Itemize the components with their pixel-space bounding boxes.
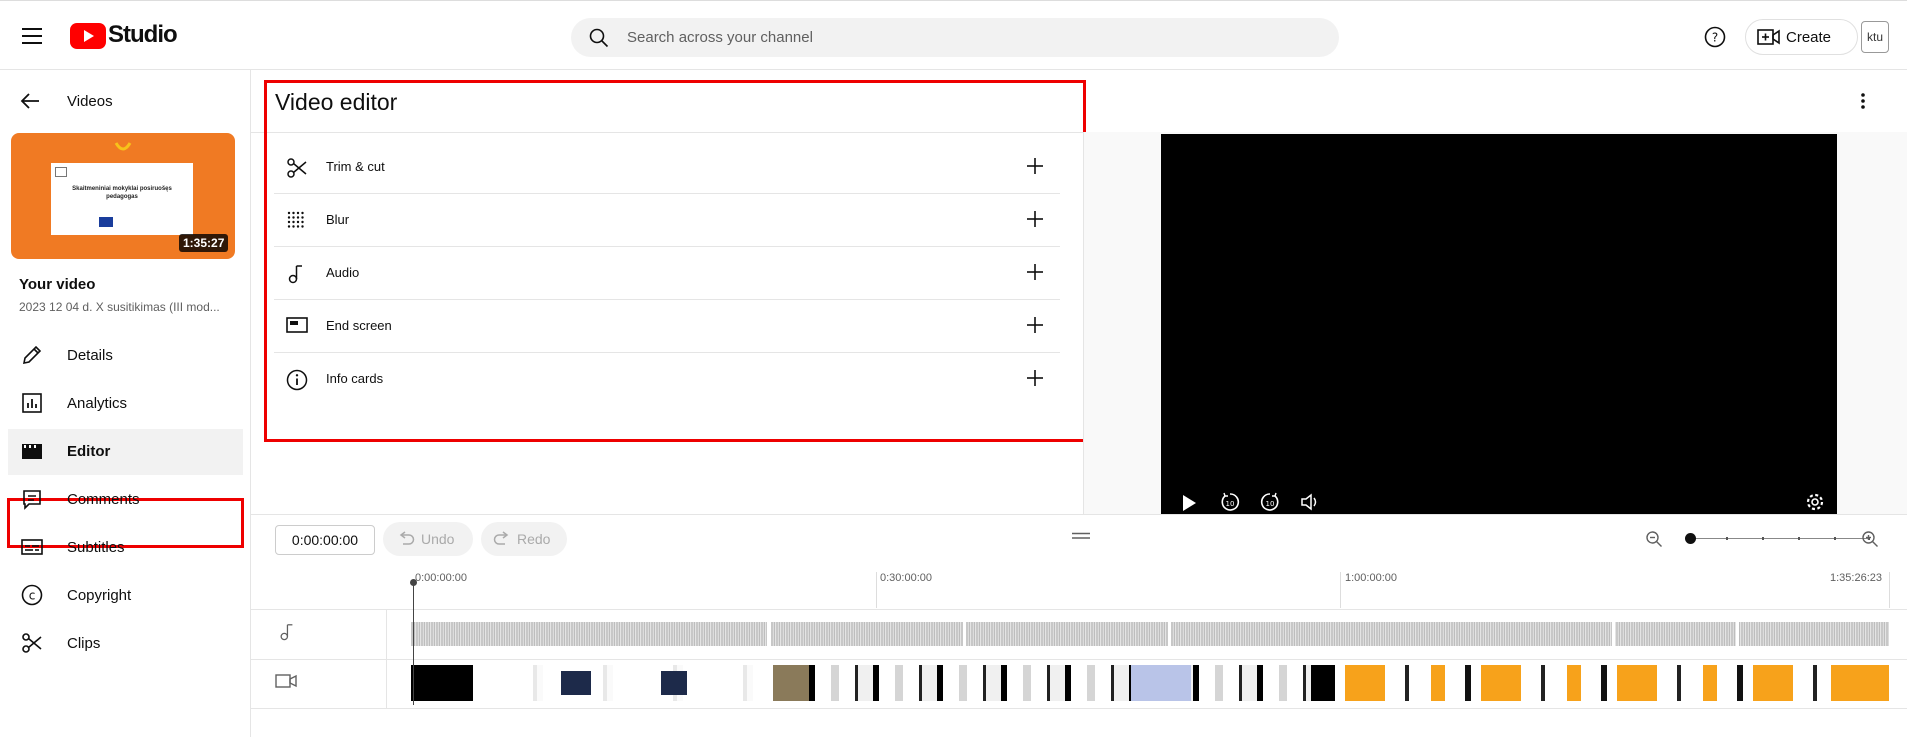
sidebar-item-analytics[interactable]: Analytics [8,381,243,427]
help-icon[interactable]: ? [1704,26,1726,48]
search-bar[interactable]: Search across your channel [571,18,1339,57]
sidebar-item-copyright[interactable]: c Copyright [8,573,243,619]
ruler-tick [1889,572,1890,608]
waveform-gap [1168,620,1171,648]
drag-handle-icon[interactable] [1072,532,1090,540]
video-title: 2023 12 04 d. X susitikimas (III mod... [19,300,220,314]
forward-10-icon[interactable]: 10 [1260,492,1280,512]
clapper-icon [21,440,43,462]
avatar[interactable]: ktu [1861,21,1889,53]
video-track-icon [275,673,297,689]
settings-gear-icon[interactable] [1805,492,1825,512]
comments-icon [21,488,43,510]
sidebar: Videos Skaitmeniniai mokyklai posiruošęs… [0,70,251,737]
video-thumbnail[interactable]: Skaitmeniniai mokyklai posiruošęs pedago… [11,133,235,259]
waveform-gap [1736,620,1739,648]
create-button[interactable]: Create [1745,19,1858,55]
svg-text:?: ? [1712,31,1718,45]
your-video-heading: Your video [19,276,96,293]
sidebar-item-label: Editor [67,443,111,460]
timecode-input[interactable]: 0:00:00:00 [275,525,375,555]
ruler-label: 1:35:26:23 [1830,572,1882,584]
menu-icon[interactable] [22,27,44,45]
create-video-icon [1757,28,1781,46]
volume-icon[interactable] [1300,492,1322,512]
search-icon [589,28,609,48]
ruler-label: 1:00:00:00 [1345,572,1397,584]
ktu-logo [55,167,67,177]
video-player[interactable]: 10 10 [1161,134,1837,514]
redo-icon [493,531,511,547]
play-icon[interactable] [1181,494,1197,512]
ruler-tick [1340,572,1341,608]
sidebar-item-label: Subtitles [67,539,125,556]
search-input[interactable]: Search across your channel [627,29,813,46]
zoom-out-icon[interactable] [1645,530,1663,548]
audio-track-icon [278,621,296,643]
track-header-divider [386,609,387,709]
video-filmstrip [411,665,1889,701]
top-bar: Studio Search across your channel ? Crea… [0,0,1907,70]
sidebar-item-details[interactable]: Details [8,333,243,379]
analytics-icon [21,392,43,414]
subtitles-icon [21,536,43,558]
sidebar-item-label: Analytics [67,395,128,412]
back-to-videos-link[interactable]: Videos [67,93,113,110]
svg-text:c: c [29,589,36,603]
more-options-icon[interactable] [1860,92,1866,110]
sidebar-item-comments[interactable]: Comments [8,477,243,523]
svg-text:10: 10 [1266,500,1275,508]
sidebar-item-label: Comments [67,491,140,508]
ruler-label: 0:00:00:00 [415,572,467,584]
playhead-line[interactable] [413,583,414,705]
sidebar-item-editor[interactable]: Editor [8,429,243,475]
undo-icon [397,531,415,547]
redo-button[interactable]: Redo [481,522,567,556]
rewind-10-icon[interactable]: 10 [1220,492,1240,512]
sidebar-item-clips[interactable]: Clips [8,621,243,667]
svg-text:10: 10 [1226,500,1235,508]
youtube-logo-icon[interactable] [70,23,106,49]
thumbnail-title-line2: pedagogas [106,194,138,200]
thumbnail-slide: Skaitmeniniai mokyklai posiruošęs pedago… [51,163,193,235]
sidebar-item-label: Details [67,347,113,364]
waveform-gap [1612,620,1615,648]
studio-logo-text: Studio [108,21,178,48]
redo-label: Redo [517,531,551,547]
eu-flag-icon [99,217,113,227]
zoom-slider-thumb[interactable] [1685,533,1696,544]
waveform-gap [767,620,771,648]
ruler-label: 0:30:00:00 [880,572,932,584]
sidebar-item-subtitles[interactable]: Subtitles [8,525,243,571]
waveform-gap [963,620,966,648]
sidebar-item-label: Clips [67,635,101,652]
copyright-icon: c [21,584,43,606]
create-label: Create [1786,29,1832,46]
back-arrow-icon[interactable] [20,92,40,110]
undo-button[interactable]: Undo [383,522,473,556]
audio-waveform [411,622,1889,646]
duration-badge: 1:35:27 [179,234,229,252]
zoom-slider[interactable] [1685,533,1870,544]
thumbnail-title-line1: Skaitmeniniai mokyklai posiruošęs [72,186,172,192]
sidebar-item-label: Copyright [67,587,132,604]
pencil-icon [21,344,43,366]
editor-highlight-box [264,80,1086,442]
scissors-icon [21,632,43,654]
ruler-tick [876,572,877,608]
undo-label: Undo [421,531,455,547]
sun-logo-icon [114,141,132,153]
zoom-in-icon[interactable] [1861,530,1879,548]
